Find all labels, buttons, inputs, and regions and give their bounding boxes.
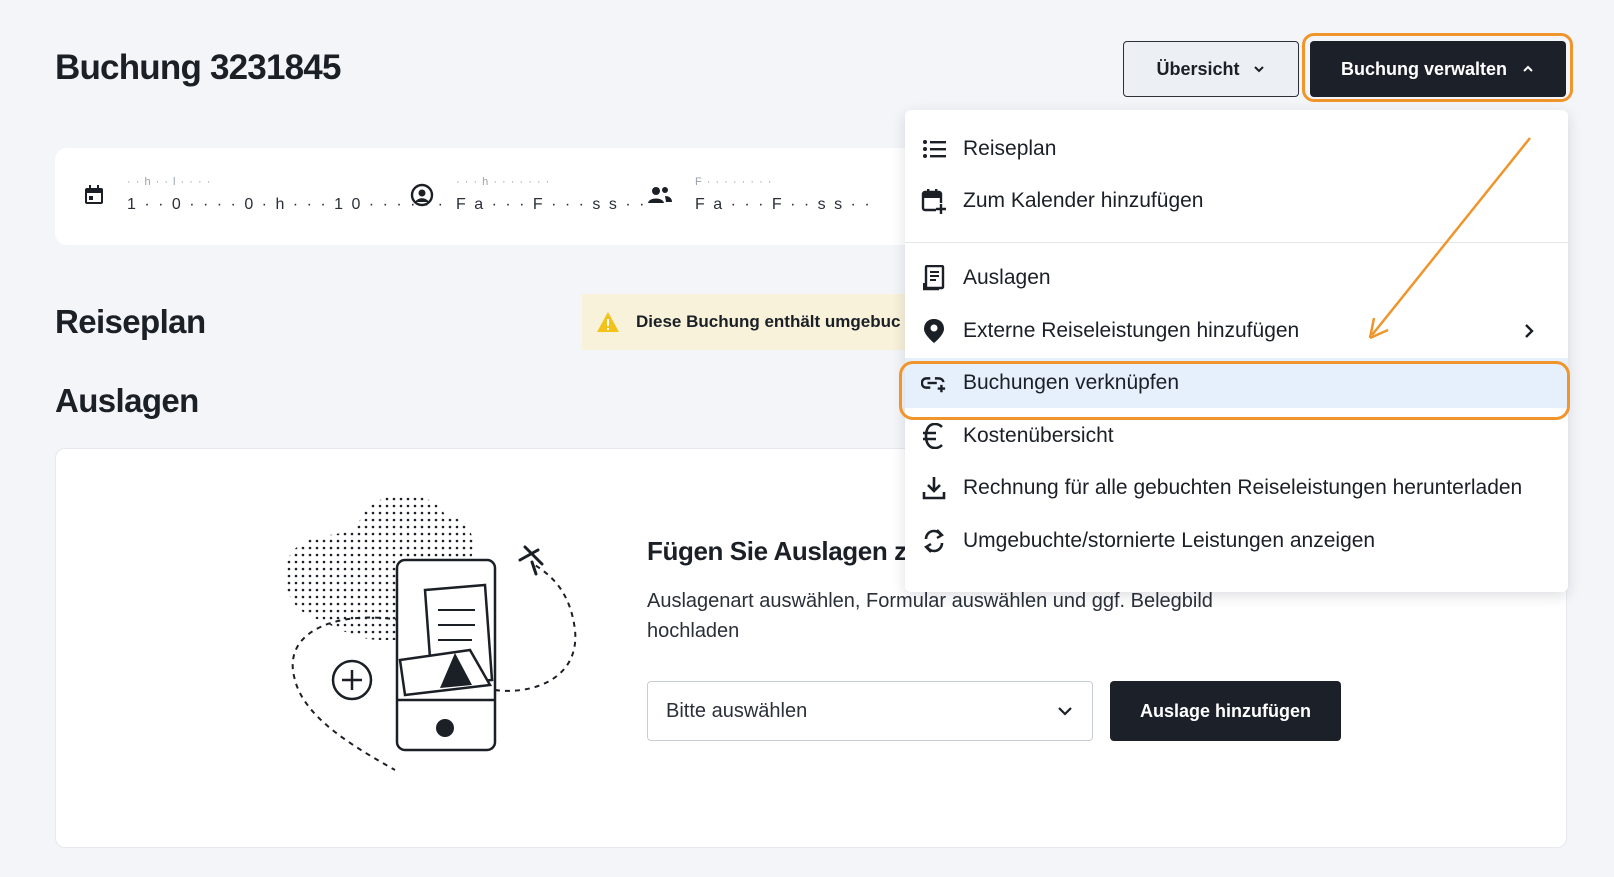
calendar-icon bbox=[85, 185, 103, 204]
expense-type-select[interactable]: Bitte auswählen bbox=[647, 681, 1093, 741]
select-placeholder: Bitte auswählen bbox=[666, 699, 808, 722]
download-icon bbox=[921, 475, 947, 501]
active-item-highlight bbox=[899, 361, 1570, 420]
itinerary-title: Reiseplan bbox=[55, 303, 206, 340]
overview-label: Übersicht bbox=[1156, 58, 1240, 79]
expenses-title: Auslagen bbox=[55, 382, 199, 419]
location-pin-icon bbox=[921, 318, 947, 344]
receipt-icon bbox=[921, 265, 947, 291]
menu-item-label: Kostenübersicht bbox=[963, 424, 1114, 447]
info-label: · · · h · · · · · · · bbox=[456, 176, 551, 188]
info-value: F a · · · F · · · s s · · bbox=[456, 196, 647, 213]
user-circle-icon bbox=[410, 183, 434, 207]
menu-item-label: Externe Reiseleistungen hinzufügen bbox=[963, 319, 1300, 342]
refresh-icon bbox=[921, 528, 947, 554]
expenses-description: Auslagenart auswählen, Formular auswähle… bbox=[647, 590, 1213, 642]
menu-item-label: Umgebuchte/stornierte Leistungen anzeige… bbox=[963, 529, 1376, 552]
manage-label: Buchung verwalten bbox=[1340, 58, 1508, 79]
annotation-arrow bbox=[1368, 137, 1531, 340]
info-label: F · · · · · · · · bbox=[695, 176, 773, 188]
menu-item-show-rebooked[interactable]: Umgebuchte/stornierte Leistungen anzeige… bbox=[905, 516, 1568, 566]
chevron-down-icon bbox=[1058, 707, 1072, 716]
info-value: F a · · · F · · s s · · bbox=[695, 196, 872, 213]
warning-banner: Diese Buchung enthält umgebuc bbox=[582, 294, 922, 350]
menu-item-label: Zum Kalender hinzufügen bbox=[963, 189, 1204, 212]
expenses-heading: Fügen Sie Auslagen z bbox=[647, 536, 907, 566]
euro-icon bbox=[921, 423, 947, 449]
info-item-booking-date: · · h · · l · · · · 1 · · 0 · · · · 0 · … bbox=[83, 176, 445, 214]
info-item-booker: · · · h · · · · · · · F a · · · F · · · … bbox=[410, 176, 646, 214]
info-label: · · h · · l · · · · bbox=[127, 176, 212, 188]
warning-text: Diese Buchung enthält umgebuc bbox=[636, 312, 901, 331]
travelers-icon bbox=[648, 187, 672, 203]
warning-icon bbox=[597, 312, 619, 332]
list-icon bbox=[921, 136, 947, 162]
menu-item-label: Auslagen bbox=[963, 266, 1051, 289]
menu-item-download-invoice[interactable]: Rechnung für alle gebuchten Reiseleistun… bbox=[905, 463, 1568, 513]
info-item-traveler: F · · · · · · · · F a · · · F · · s s · … bbox=[647, 176, 872, 214]
calendar-add-icon bbox=[921, 188, 947, 214]
page-title: Buchung 3231845 bbox=[55, 48, 341, 87]
chevron-down-icon bbox=[1253, 66, 1264, 73]
expenses-illustration bbox=[284, 494, 577, 771]
manage-booking-button[interactable]: Buchung verwalten bbox=[1310, 41, 1566, 97]
chevron-up-icon bbox=[1523, 65, 1533, 72]
menu-item-label: Rechnung für alle gebuchten Reiseleistun… bbox=[963, 476, 1523, 499]
overview-dropdown-button[interactable]: Übersicht bbox=[1123, 41, 1299, 97]
info-value: 1 · · 0 · · · · 0 · h · · · 1 0 · · · · … bbox=[127, 196, 445, 213]
add-expense-button[interactable]: Auslage hinzufügen bbox=[1110, 681, 1341, 741]
menu-item-label: Reiseplan bbox=[963, 137, 1057, 160]
